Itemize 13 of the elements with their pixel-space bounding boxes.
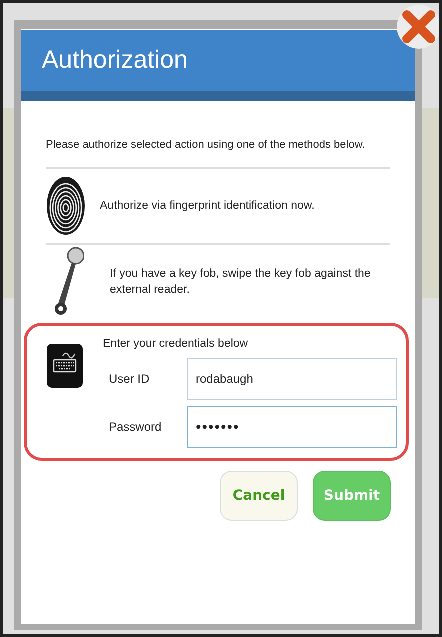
credentials-heading: Enter your credentials below bbox=[103, 338, 250, 350]
user-id-field[interactable]: rodabaugh bbox=[187, 358, 397, 400]
method-text: Authorize via fingerprint identification now. bbox=[100, 198, 315, 214]
field-label: User ID bbox=[108, 372, 151, 386]
fingerprint-icon bbox=[46, 176, 86, 236]
keyboard-icon bbox=[47, 344, 83, 388]
close-icon[interactable] bbox=[395, 3, 439, 51]
method-text: If you have a key fob, swipe the key fob against the external reader. bbox=[110, 266, 372, 298]
field-label: Password bbox=[108, 420, 163, 434]
password-field[interactable]: ••••••• bbox=[187, 406, 397, 448]
instruction-text: Please authorize selected action using one of the methods below. bbox=[46, 139, 366, 151]
key-fob-icon bbox=[54, 247, 84, 317]
dialog-title: Authorization bbox=[42, 46, 188, 75]
